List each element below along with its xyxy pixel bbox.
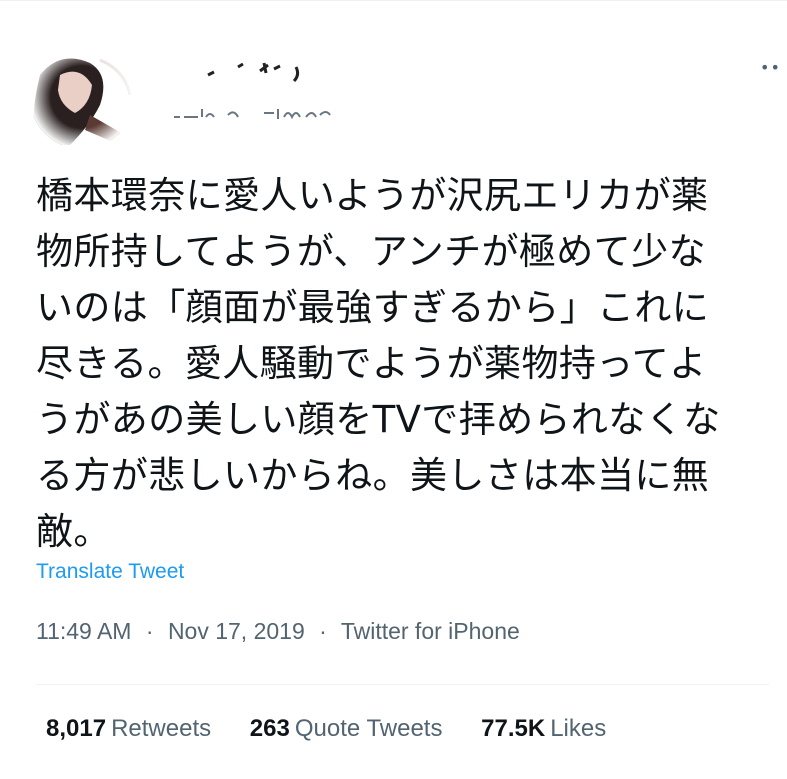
- tweet-text-line: 尽きる。愛人騒動でようが薬物持ってよ: [36, 342, 707, 385]
- likes-count: 77.5K: [481, 715, 546, 742]
- tweet-date[interactable]: Nov 17, 2019: [168, 618, 305, 644]
- tweet-text-line: 敵。: [36, 510, 111, 553]
- meta-separator: ·: [145, 618, 154, 644]
- tweet-text-line: うがあの美しい顔をTVで拝められなくな: [36, 398, 721, 441]
- tweet-text-line: いのは「顔面が最強すぎるから」これに: [36, 286, 710, 329]
- retweets-label: Retweets: [111, 715, 212, 742]
- top-divider: [0, 0, 787, 1]
- display-name-redacted[interactable]: [168, 55, 318, 85]
- tweet-time[interactable]: 11:49 AM: [36, 618, 131, 644]
- quote-tweets-stat[interactable]: 263 Quote Tweets: [250, 715, 443, 743]
- likes-label: Likes: [550, 715, 607, 742]
- retweets-count: 8,017: [46, 715, 107, 742]
- redacted-scribble: [174, 109, 331, 120]
- translate-tweet-link[interactable]: Translate Tweet: [36, 560, 184, 584]
- more-options-button[interactable]: ••: [760, 60, 781, 76]
- quote-tweets-label: Quote Tweets: [294, 715, 443, 742]
- tweet-source[interactable]: Twitter for iPhone: [341, 618, 520, 644]
- likes-stat[interactable]: 77.5K Likes: [481, 715, 606, 743]
- stats-divider: [36, 684, 769, 685]
- avatar[interactable]: [30, 45, 134, 149]
- more-horizontal-icon: ••: [760, 58, 781, 77]
- engagement-stats: 8,017 Retweets 263 Quote Tweets 77.5K Likes: [46, 715, 638, 743]
- tweet-metadata: 11:49 AM · Nov 17, 2019 · Twitter for iP…: [36, 618, 520, 645]
- avatar-image: [30, 45, 134, 149]
- meta-separator: ·: [319, 618, 327, 644]
- retweets-stat[interactable]: 8,017 Retweets: [46, 715, 211, 743]
- username-redacted[interactable]: [168, 103, 348, 123]
- quote-tweets-count: 263: [249, 715, 290, 742]
- tweet-text-line: る方が悲しいからね。美しさは本当に無: [36, 454, 710, 497]
- tweet-text-line: 橋本環奈に愛人いようが沢尻エリカが薬: [36, 174, 709, 217]
- redacted-scribble: [207, 62, 300, 83]
- tweet-text-line: 物所持してようが、アンチが極めて少な: [36, 230, 706, 273]
- tweet-text: 橋本環奈に愛人いようが沢尻エリカが薬 物所持してようが、アンチが極めて少な いの…: [36, 168, 776, 560]
